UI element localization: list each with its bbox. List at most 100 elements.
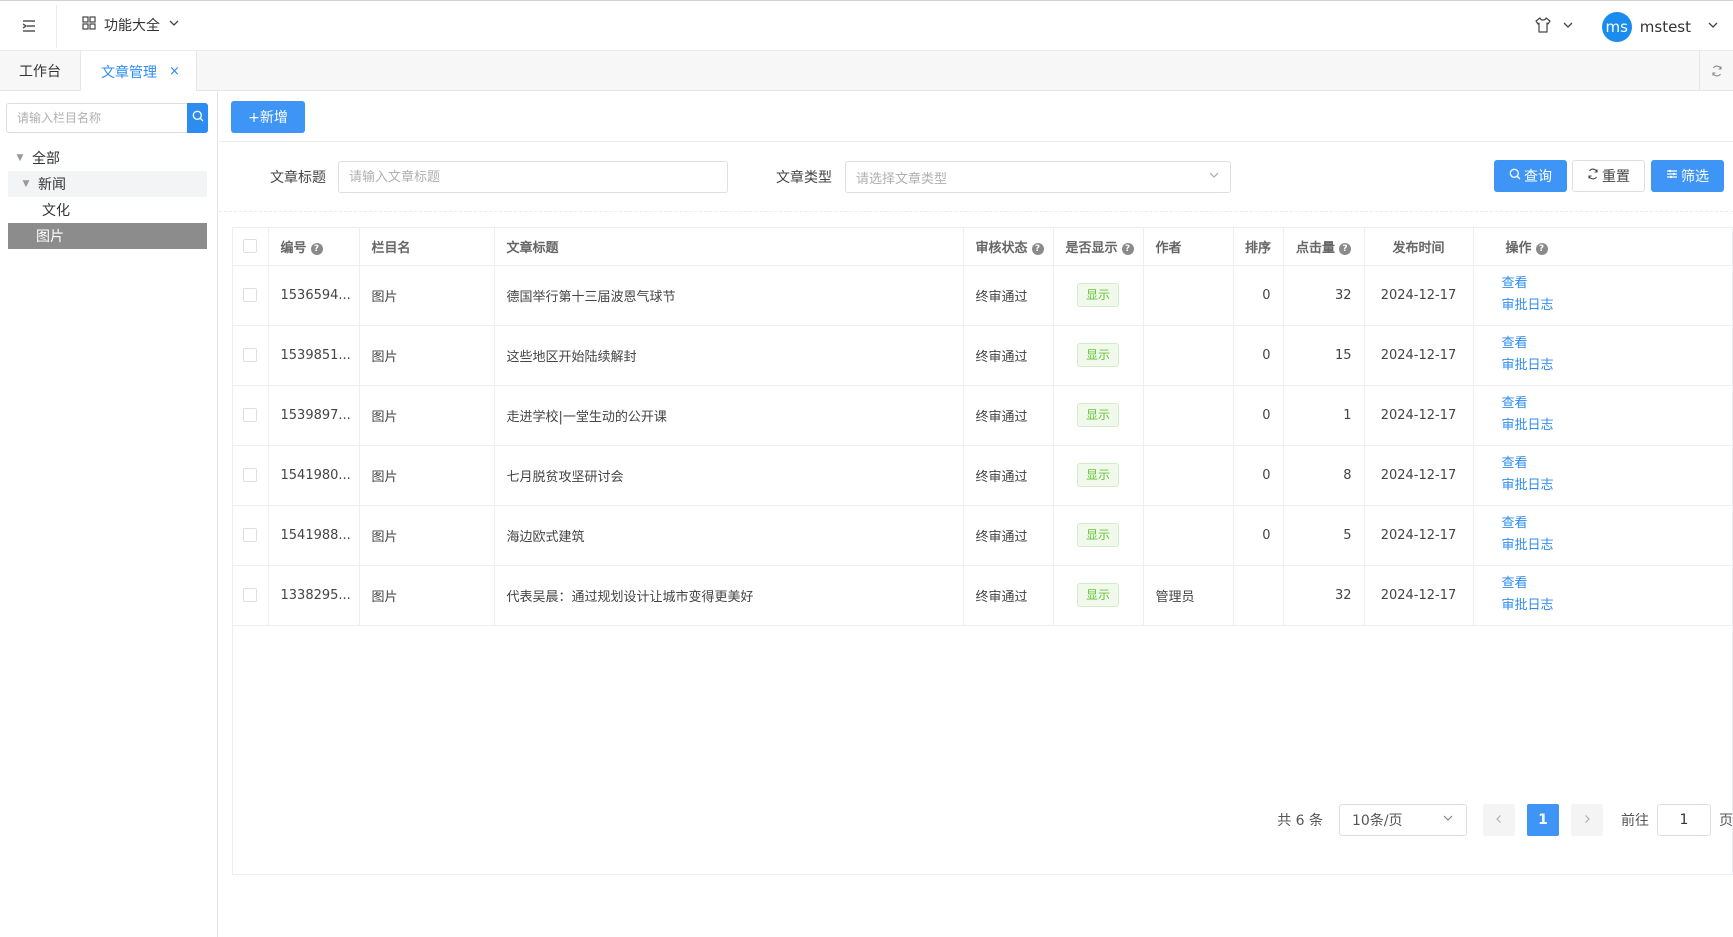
menu-toggle-icon[interactable] — [18, 15, 40, 37]
cell-date: 2024-12-17 — [1364, 385, 1474, 446]
add-button[interactable]: +新增 — [231, 101, 305, 133]
table-row: 1541988... 图片 海边欧式建筑 终审通过 显示 0 5 2024-12… — [233, 505, 1733, 566]
cell-author — [1143, 265, 1234, 326]
cell-id: 1541980... — [268, 445, 360, 506]
col-category: 栏目名 — [359, 228, 495, 266]
chevron-down-icon — [1442, 812, 1454, 828]
cell-date: 2024-12-17 — [1364, 505, 1474, 566]
approval-log-link[interactable]: 审批日志 — [1502, 535, 1721, 557]
help-icon[interactable]: ? — [1121, 242, 1134, 255]
page-size-select[interactable]: 10条/页 — [1339, 804, 1467, 836]
row-checkbox[interactable] — [243, 528, 258, 542]
cell-title: 代表吴晨：通过规划设计让城市变得更美好 — [494, 565, 964, 626]
approval-log-link[interactable]: 审批日志 — [1502, 475, 1721, 497]
row-checkbox[interactable] — [243, 468, 258, 482]
tree-node-pictures[interactable]: 图片 — [8, 223, 207, 249]
category-search-input[interactable] — [6, 103, 187, 133]
table-row: 1338295... 图片 代表吴晨：通过规划设计让城市变得更美好 终审通过 显… — [233, 565, 1733, 626]
approval-log-link[interactable]: 审批日志 — [1502, 295, 1721, 317]
tree-node-news[interactable]: ▼ 新闻 — [8, 171, 207, 197]
title-filter-input[interactable] — [338, 161, 728, 193]
view-link[interactable]: 查看 — [1502, 513, 1721, 535]
type-filter-placeholder: 请选择文章类型 — [856, 171, 948, 187]
help-icon[interactable]: ? — [1339, 242, 1351, 255]
tree-node-culture[interactable]: 文化 — [8, 197, 207, 223]
prev-page-button[interactable] — [1483, 804, 1515, 836]
pagination: 共 6 条 10条/页 1 前往 页 — [1277, 804, 1733, 836]
tab-bar: 工作台 文章管理 × — [0, 51, 1733, 92]
view-link[interactable]: 查看 — [1502, 273, 1721, 295]
page-number-button[interactable]: 1 — [1527, 804, 1559, 836]
help-icon[interactable]: ? — [1535, 242, 1548, 255]
cell-clicks: 15 — [1283, 325, 1365, 386]
cell-date: 2024-12-17 — [1364, 325, 1474, 386]
user-menu[interactable]: ms mstest — [1601, 11, 1719, 42]
view-link[interactable]: 查看 — [1502, 333, 1721, 355]
cell-status: 终审通过 — [963, 385, 1054, 446]
goto-page-input[interactable] — [1657, 804, 1711, 836]
page-unit-label: 页 — [1719, 813, 1733, 829]
view-link[interactable]: 查看 — [1502, 573, 1721, 595]
row-checkbox[interactable] — [243, 588, 258, 602]
col-label: 编号 — [280, 240, 307, 256]
col-label: 排序 — [1244, 240, 1271, 256]
type-filter-select[interactable]: 请选择文章类型 — [845, 161, 1231, 193]
sidebar: ▼ 全部 ▼ 新闻 文化 图片 — [0, 91, 218, 937]
feature-menu[interactable]: 功能大全 — [82, 15, 180, 35]
caret-down-icon[interactable]: ▼ — [14, 153, 26, 163]
caret-down-icon[interactable]: ▼ — [20, 179, 32, 189]
search-button[interactable] — [187, 103, 208, 133]
view-link[interactable]: 查看 — [1502, 453, 1721, 475]
refresh-icon — [1587, 168, 1599, 184]
tree-node-all[interactable]: ▼ 全部 — [8, 145, 207, 171]
help-icon[interactable]: ? — [310, 242, 323, 255]
grid-icon — [82, 16, 96, 34]
query-button[interactable]: 查询 — [1494, 160, 1567, 192]
view-link[interactable]: 查看 — [1502, 393, 1721, 415]
cell-actions: 查看 审批日志 — [1473, 505, 1733, 566]
help-icon[interactable]: ? — [1031, 242, 1044, 255]
cell-sort: 0 — [1233, 505, 1284, 566]
feature-menu-label: 功能大全 — [104, 18, 160, 34]
divider — [219, 211, 1733, 212]
col-display: 是否显示? — [1053, 228, 1144, 266]
row-select-cell — [233, 325, 269, 386]
cell-id: 1338295... — [268, 565, 360, 626]
approval-log-link[interactable]: 审批日志 — [1502, 355, 1721, 377]
col-id[interactable]: 编号? — [268, 228, 360, 266]
cell-category: 图片 — [359, 445, 495, 506]
cell-actions: 查看 审批日志 — [1473, 445, 1733, 506]
cell-title: 这些地区开始陆续解封 — [494, 325, 964, 386]
avatar: ms — [1601, 11, 1632, 42]
tab-article-management[interactable]: 文章管理 × — [81, 51, 197, 92]
row-checkbox[interactable] — [243, 288, 258, 302]
type-filter-label: 文章类型 — [776, 170, 832, 186]
cell-display: 显示 — [1053, 325, 1144, 386]
theme-switcher[interactable] — [1534, 16, 1574, 38]
approval-log-link[interactable]: 审批日志 — [1502, 595, 1721, 617]
col-status: 审核状态? — [963, 228, 1054, 266]
next-page-button[interactable] — [1571, 804, 1603, 836]
main-content: +新增 文章标题 文章类型 请选择文章类型 查询 重置 筛选 — [219, 91, 1733, 937]
chevron-down-icon — [1707, 19, 1719, 35]
article-table: 编号? 栏目名 文章标题 审核状态? 是否显示? 作者 排序 点击量? 发布时间… — [232, 227, 1733, 875]
cell-display: 显示 — [1053, 445, 1144, 506]
approval-log-link[interactable]: 审批日志 — [1502, 415, 1721, 437]
tree-node-label: 文化 — [42, 203, 70, 219]
tab-label: 文章管理 — [101, 64, 157, 81]
top-bar: 功能大全 ms mstest — [0, 0, 1733, 51]
col-author: 作者 — [1143, 228, 1234, 266]
cell-clicks: 32 — [1283, 565, 1365, 626]
row-checkbox[interactable] — [243, 408, 258, 422]
tab-workbench[interactable]: 工作台 — [0, 51, 81, 91]
cell-date: 2024-12-17 — [1364, 265, 1474, 326]
refresh-icon[interactable] — [1699, 51, 1733, 91]
cell-actions: 查看 审批日志 — [1473, 265, 1733, 326]
filter-button[interactable]: 筛选 — [1651, 160, 1724, 192]
row-checkbox[interactable] — [243, 348, 258, 362]
reset-button[interactable]: 重置 — [1572, 160, 1645, 192]
cell-author: 管理员 — [1143, 565, 1234, 626]
close-icon[interactable]: × — [169, 64, 180, 79]
cell-date: 2024-12-17 — [1364, 445, 1474, 506]
select-all-checkbox[interactable] — [243, 239, 258, 254]
